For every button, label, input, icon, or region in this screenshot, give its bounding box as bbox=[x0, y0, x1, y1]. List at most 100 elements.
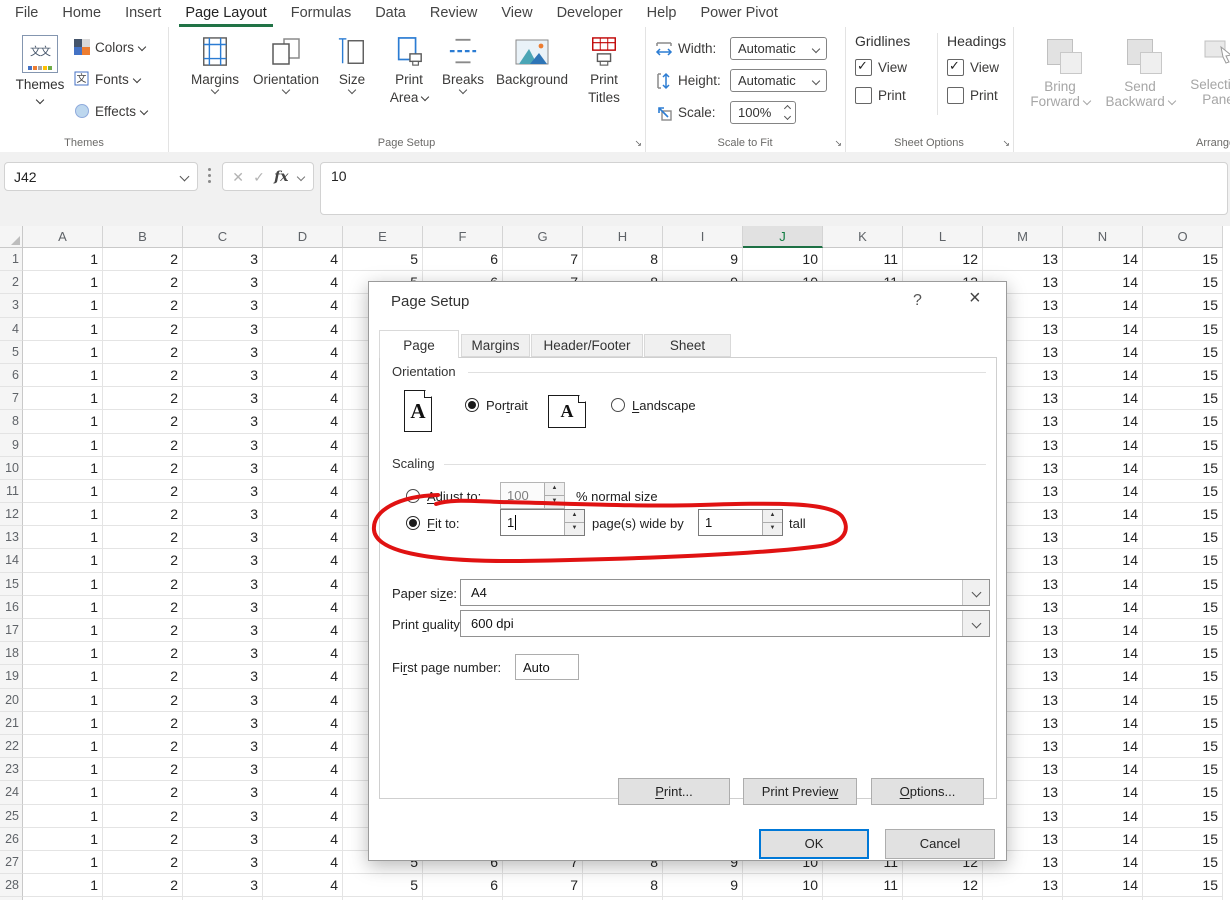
chevron-down-icon[interactable] bbox=[962, 611, 989, 636]
height-dropdown[interactable]: Automatic bbox=[730, 69, 827, 92]
cell-B22[interactable]: 2 bbox=[103, 735, 183, 758]
cell-A24[interactable]: 1 bbox=[23, 781, 103, 804]
cell-I28[interactable]: 9 bbox=[663, 874, 743, 897]
row-header-17[interactable]: 17 bbox=[0, 619, 23, 642]
spinner-arrows-icon[interactable]: ▲▼ bbox=[762, 510, 782, 535]
cell-G1[interactable]: 7 bbox=[503, 248, 583, 271]
tab-page[interactable]: Page bbox=[379, 330, 459, 358]
size-button[interactable]: Size bbox=[328, 35, 376, 99]
ribbon-tab-file[interactable]: File bbox=[3, 0, 50, 27]
cell-B25[interactable]: 2 bbox=[103, 805, 183, 828]
cell-O13[interactable]: 15 bbox=[1143, 526, 1223, 549]
cell-C18[interactable]: 3 bbox=[183, 642, 263, 665]
cell-O8[interactable]: 15 bbox=[1143, 410, 1223, 433]
cell-C1[interactable]: 3 bbox=[183, 248, 263, 271]
fit-pages-tall-spinner[interactable]: 1 ▲▼ bbox=[698, 509, 783, 536]
fit-to-radio[interactable] bbox=[406, 516, 420, 530]
cell-A18[interactable]: 1 bbox=[23, 642, 103, 665]
cell-M1[interactable]: 13 bbox=[983, 248, 1063, 271]
cell-H1[interactable]: 8 bbox=[583, 248, 663, 271]
row-header-26[interactable]: 26 bbox=[0, 828, 23, 851]
column-header-K[interactable]: K bbox=[823, 226, 903, 248]
effects-button[interactable]: Effects bbox=[74, 103, 147, 119]
cell-B6[interactable]: 2 bbox=[103, 364, 183, 387]
cell-O23[interactable]: 15 bbox=[1143, 758, 1223, 781]
column-header-E[interactable]: E bbox=[343, 226, 423, 248]
fit-pages-wide-spinner[interactable]: 1 ▲▼ bbox=[500, 509, 585, 536]
page-setup-dialog-launcher-icon[interactable]: ↘ bbox=[634, 139, 642, 148]
cell-A7[interactable]: 1 bbox=[23, 387, 103, 410]
row-header-21[interactable]: 21 bbox=[0, 712, 23, 735]
cell-A26[interactable]: 1 bbox=[23, 828, 103, 851]
row-header-16[interactable]: 16 bbox=[0, 596, 23, 619]
cell-C6[interactable]: 3 bbox=[183, 364, 263, 387]
cell-C7[interactable]: 3 bbox=[183, 387, 263, 410]
cell-A12[interactable]: 1 bbox=[23, 503, 103, 526]
row-header-19[interactable]: 19 bbox=[0, 665, 23, 688]
cell-D15[interactable]: 4 bbox=[263, 573, 343, 596]
cell-A15[interactable]: 1 bbox=[23, 573, 103, 596]
cell-D22[interactable]: 4 bbox=[263, 735, 343, 758]
cell-B12[interactable]: 2 bbox=[103, 503, 183, 526]
cell-B17[interactable]: 2 bbox=[103, 619, 183, 642]
column-header-C[interactable]: C bbox=[183, 226, 263, 248]
cell-N8[interactable]: 14 bbox=[1063, 410, 1143, 433]
ribbon-tab-formulas[interactable]: Formulas bbox=[279, 0, 363, 27]
help-icon[interactable]: ? bbox=[913, 292, 922, 310]
headings-print-checkbox[interactable]: ✓Print bbox=[947, 87, 1021, 104]
column-header-A[interactable]: A bbox=[23, 226, 103, 248]
column-header-J[interactable]: J bbox=[743, 226, 823, 248]
cell-C3[interactable]: 3 bbox=[183, 294, 263, 317]
cell-E1[interactable]: 5 bbox=[343, 248, 423, 271]
first-page-number-input[interactable]: Auto bbox=[515, 654, 579, 680]
cell-O27[interactable]: 15 bbox=[1143, 851, 1223, 874]
cell-D27[interactable]: 4 bbox=[263, 851, 343, 874]
cell-A16[interactable]: 1 bbox=[23, 596, 103, 619]
cell-D5[interactable]: 4 bbox=[263, 341, 343, 364]
cell-A14[interactable]: 1 bbox=[23, 549, 103, 572]
colors-button[interactable]: Colors bbox=[74, 39, 145, 55]
cell-F28[interactable]: 6 bbox=[423, 874, 503, 897]
cell-F1[interactable]: 6 bbox=[423, 248, 503, 271]
breaks-button[interactable]: Breaks bbox=[436, 35, 490, 99]
cell-C21[interactable]: 3 bbox=[183, 712, 263, 735]
cell-N15[interactable]: 14 bbox=[1063, 573, 1143, 596]
sheet-options-dialog-launcher-icon[interactable]: ↘ bbox=[1002, 139, 1010, 148]
row-header-28[interactable]: 28 bbox=[0, 874, 23, 897]
cell-O22[interactable]: 15 bbox=[1143, 735, 1223, 758]
cell-N5[interactable]: 14 bbox=[1063, 341, 1143, 364]
cell-C15[interactable]: 3 bbox=[183, 573, 263, 596]
cell-B19[interactable]: 2 bbox=[103, 665, 183, 688]
row-header-7[interactable]: 7 bbox=[0, 387, 23, 410]
row-header-11[interactable]: 11 bbox=[0, 480, 23, 503]
cell-N21[interactable]: 14 bbox=[1063, 712, 1143, 735]
cell-O12[interactable]: 15 bbox=[1143, 503, 1223, 526]
width-dropdown[interactable]: Automatic bbox=[730, 37, 827, 60]
cell-B23[interactable]: 2 bbox=[103, 758, 183, 781]
cell-C14[interactable]: 3 bbox=[183, 549, 263, 572]
column-header-M[interactable]: M bbox=[983, 226, 1063, 248]
cell-D23[interactable]: 4 bbox=[263, 758, 343, 781]
row-header-18[interactable]: 18 bbox=[0, 642, 23, 665]
cell-B15[interactable]: 2 bbox=[103, 573, 183, 596]
cell-N28[interactable]: 14 bbox=[1063, 874, 1143, 897]
options-button[interactable]: Options... bbox=[871, 778, 984, 805]
cell-O17[interactable]: 15 bbox=[1143, 619, 1223, 642]
tab-margins[interactable]: Margins bbox=[461, 334, 530, 357]
print-titles-button[interactable]: Print Titles bbox=[577, 35, 631, 105]
cell-C4[interactable]: 3 bbox=[183, 318, 263, 341]
cell-D18[interactable]: 4 bbox=[263, 642, 343, 665]
ribbon-tab-view[interactable]: View bbox=[489, 0, 544, 27]
cell-C10[interactable]: 3 bbox=[183, 457, 263, 480]
formula-bar-drag-handle-icon[interactable] bbox=[208, 168, 211, 183]
cell-A21[interactable]: 1 bbox=[23, 712, 103, 735]
cell-O6[interactable]: 15 bbox=[1143, 364, 1223, 387]
tab-sheet[interactable]: Sheet bbox=[644, 334, 731, 357]
cell-A23[interactable]: 1 bbox=[23, 758, 103, 781]
cell-D1[interactable]: 4 bbox=[263, 248, 343, 271]
row-header-23[interactable]: 23 bbox=[0, 758, 23, 781]
cell-N7[interactable]: 14 bbox=[1063, 387, 1143, 410]
cell-O10[interactable]: 15 bbox=[1143, 457, 1223, 480]
cell-C22[interactable]: 3 bbox=[183, 735, 263, 758]
cell-B2[interactable]: 2 bbox=[103, 271, 183, 294]
